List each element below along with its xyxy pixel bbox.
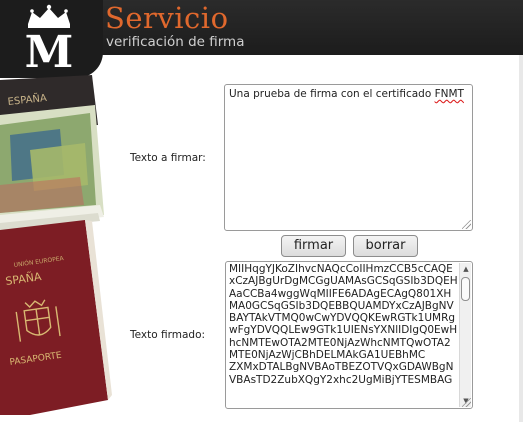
output-label: Texto firmado:: [130, 329, 206, 341]
signed-text-textarea[interactable]: MIIHqgYJKoZIhvcNAQcCoIIHmzCCB5cCAQExCzAJ…: [225, 261, 473, 409]
passports-decoration: ESPAÑA UNIÓN EUROPEA SPAÑA PASAPORTE: [0, 75, 112, 415]
page-subtitle: verificación de firma: [106, 34, 245, 50]
resize-grip-icon[interactable]: [462, 398, 471, 407]
page-title: Servicio: [105, 1, 229, 35]
sign-button[interactable]: firmar: [281, 235, 346, 257]
resize-grip-icon[interactable]: [462, 220, 471, 229]
signed-text-value: MIIHqgYJKoZIhvcNAQcCoIIHmzCCB5cCAQExCzAJ…: [229, 263, 458, 386]
signed-text-scrollbar[interactable]: ▲ ▼: [459, 263, 471, 407]
text-to-sign-value: Una prueba de firma con el certificado: [229, 88, 435, 100]
clear-button[interactable]: borrar: [353, 235, 418, 257]
text-to-sign-misspelled-word: FNMT: [434, 88, 464, 100]
window-edge: [519, 55, 523, 422]
input-label: Texto a firmar:: [130, 152, 206, 164]
scrollbar-thumb[interactable]: [461, 277, 470, 301]
scroll-up-icon[interactable]: ▲: [460, 263, 472, 275]
text-to-sign-textarea[interactable]: Una prueba de firma con el certificado F…: [224, 84, 473, 231]
